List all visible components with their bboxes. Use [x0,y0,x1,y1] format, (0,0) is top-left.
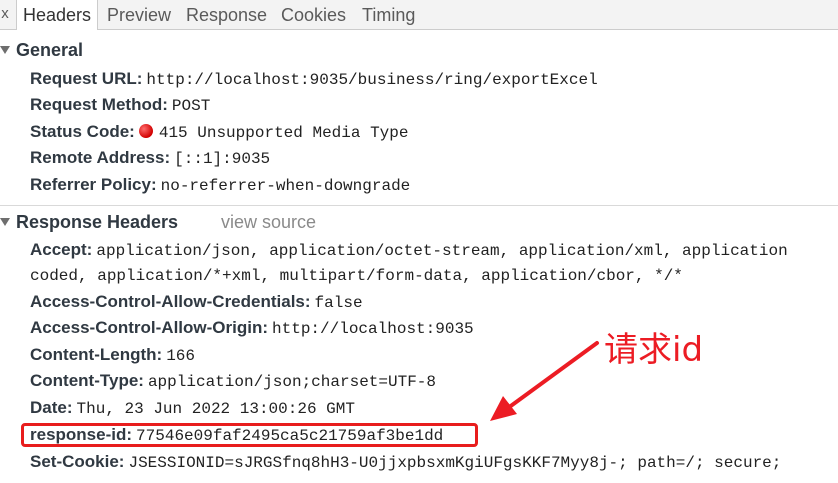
annotation-arrow-icon [490,341,599,421]
annotation-label: 请求id [604,330,704,370]
